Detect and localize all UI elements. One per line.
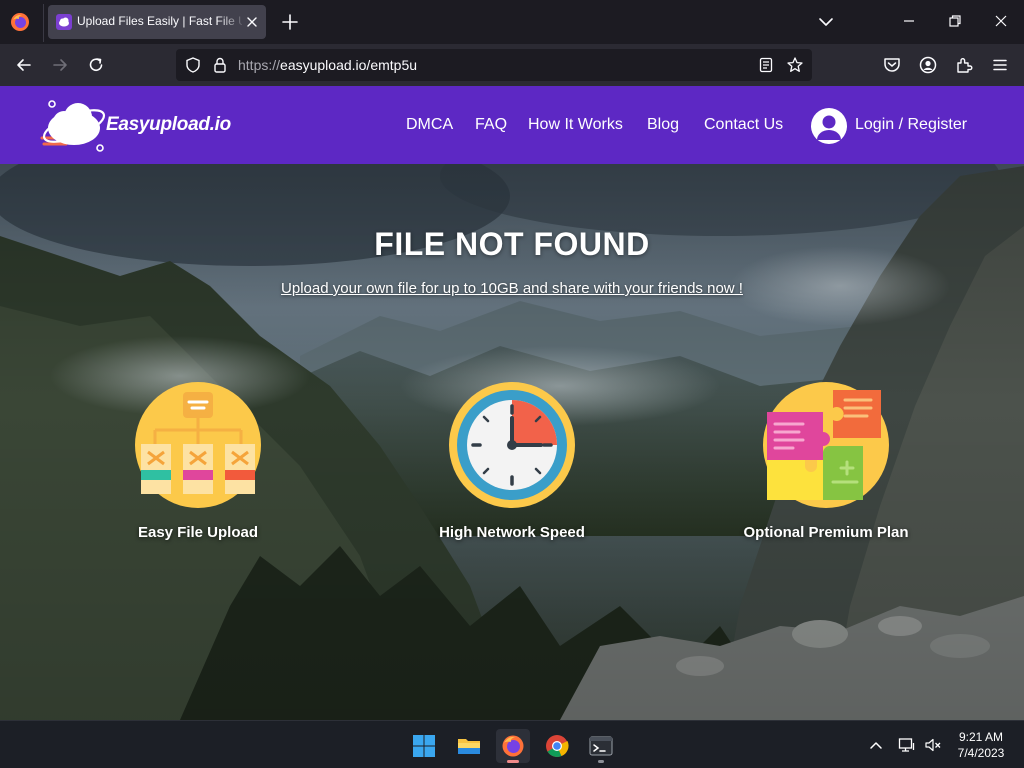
- forward-arrow-icon[interactable]: [50, 55, 70, 75]
- url-text: https://easyupload.io/emtp5u: [238, 57, 417, 73]
- address-bar[interactable]: https://easyupload.io/emtp5u: [176, 49, 812, 81]
- web-page: Easyupload.io DMCA FAQ How It Works Blog…: [0, 86, 1024, 720]
- clock-icon: [449, 382, 575, 508]
- browser-tab-active[interactable]: Upload Files Easily | Fast File Upload: [48, 5, 266, 39]
- running-app-indicator: [598, 760, 604, 763]
- reload-icon[interactable]: [86, 55, 106, 75]
- chrome-icon: [546, 735, 569, 757]
- nav-link-faq[interactable]: FAQ: [475, 116, 507, 134]
- windows-start-icon: [413, 735, 435, 757]
- feature-optional-premium-plan: Optional Premium Plan: [706, 382, 946, 552]
- chevron-up-icon[interactable]: [867, 737, 885, 753]
- site-favicon-icon: [56, 14, 72, 30]
- folder-icon: [458, 739, 480, 754]
- clock-date: 7/4/2023: [957, 746, 1005, 760]
- nav-link-blog[interactable]: Blog: [647, 116, 679, 134]
- tab-separator: [43, 4, 44, 42]
- close-tab-icon[interactable]: [244, 14, 260, 30]
- network-icon[interactable]: [898, 737, 916, 753]
- close-window-icon[interactable]: [992, 12, 1010, 30]
- feature-label: High Network Speed: [439, 524, 585, 541]
- active-app-indicator: [507, 760, 519, 763]
- extensions-icon[interactable]: [954, 55, 974, 75]
- tab-title-fade: [218, 10, 246, 34]
- user-avatar-icon[interactable]: [811, 108, 847, 144]
- upload-own-file-link[interactable]: Upload your own file for up to 10GB and …: [281, 280, 743, 297]
- windows-taskbar: 9:21 AM 7/4/2023: [0, 720, 1024, 768]
- hierarchy-icon: [135, 382, 261, 508]
- site-header: Easyupload.io DMCA FAQ How It Works Blog…: [0, 86, 1024, 164]
- system-clock[interactable]: 9:21 AM 7/4/2023: [946, 729, 1016, 761]
- lock-icon[interactable]: [212, 56, 228, 74]
- url-host-path: easyupload.io/emtp5u: [280, 57, 418, 73]
- terminal-taskbar-button[interactable]: [584, 729, 618, 763]
- firefox-view-icon[interactable]: [10, 12, 30, 32]
- pocket-icon[interactable]: [882, 55, 902, 75]
- nav-link-dmca[interactable]: DMCA: [406, 116, 453, 134]
- file-not-found-title: FILE NOT FOUND: [374, 226, 650, 262]
- file-explorer-button[interactable]: [452, 729, 486, 763]
- easyupload-logo-icon[interactable]: [38, 96, 110, 154]
- restore-icon[interactable]: [946, 12, 964, 30]
- back-arrow-icon[interactable]: [14, 55, 34, 75]
- terminal-icon: [589, 736, 613, 756]
- feature-label: Optional Premium Plan: [743, 524, 909, 541]
- nav-link-contact-us[interactable]: Contact Us: [704, 116, 783, 134]
- nav-link-how-it-works[interactable]: How It Works: [528, 116, 623, 134]
- firefox-icon: [502, 735, 524, 757]
- speaker-muted-icon[interactable]: [924, 737, 942, 753]
- start-button[interactable]: [407, 729, 441, 763]
- list-all-tabs-icon[interactable]: [816, 14, 836, 30]
- login-register-link[interactable]: Login / Register: [855, 116, 967, 134]
- feature-easy-file-upload: Easy File Upload: [78, 382, 318, 552]
- new-tab-icon[interactable]: [280, 12, 300, 32]
- feature-label: Easy File Upload: [137, 524, 259, 541]
- bookmark-star-icon[interactable]: [786, 56, 804, 74]
- browser-tab-strip: Upload Files Easily | Fast File Upload: [0, 0, 1024, 44]
- account-icon[interactable]: [918, 55, 938, 75]
- feature-high-network-speed: High Network Speed: [392, 382, 632, 552]
- firefox-taskbar-button[interactable]: [496, 729, 530, 763]
- reader-view-icon[interactable]: [758, 57, 774, 73]
- site-logo-text[interactable]: Easyupload.io: [106, 114, 231, 136]
- minimize-icon[interactable]: [900, 12, 918, 30]
- upload-cta: Upload your own file for up to 10GB and …: [0, 280, 1024, 297]
- browser-toolbar: https://easyupload.io/emtp5u: [0, 44, 1024, 86]
- chrome-taskbar-button[interactable]: [540, 729, 574, 763]
- puzzle-icon: [763, 382, 889, 508]
- tracking-protection-shield-icon[interactable]: [184, 56, 202, 74]
- url-scheme: https://: [238, 57, 281, 73]
- hamburger-menu-icon[interactable]: [990, 55, 1010, 75]
- clock-time: 9:21 AM: [958, 730, 1004, 744]
